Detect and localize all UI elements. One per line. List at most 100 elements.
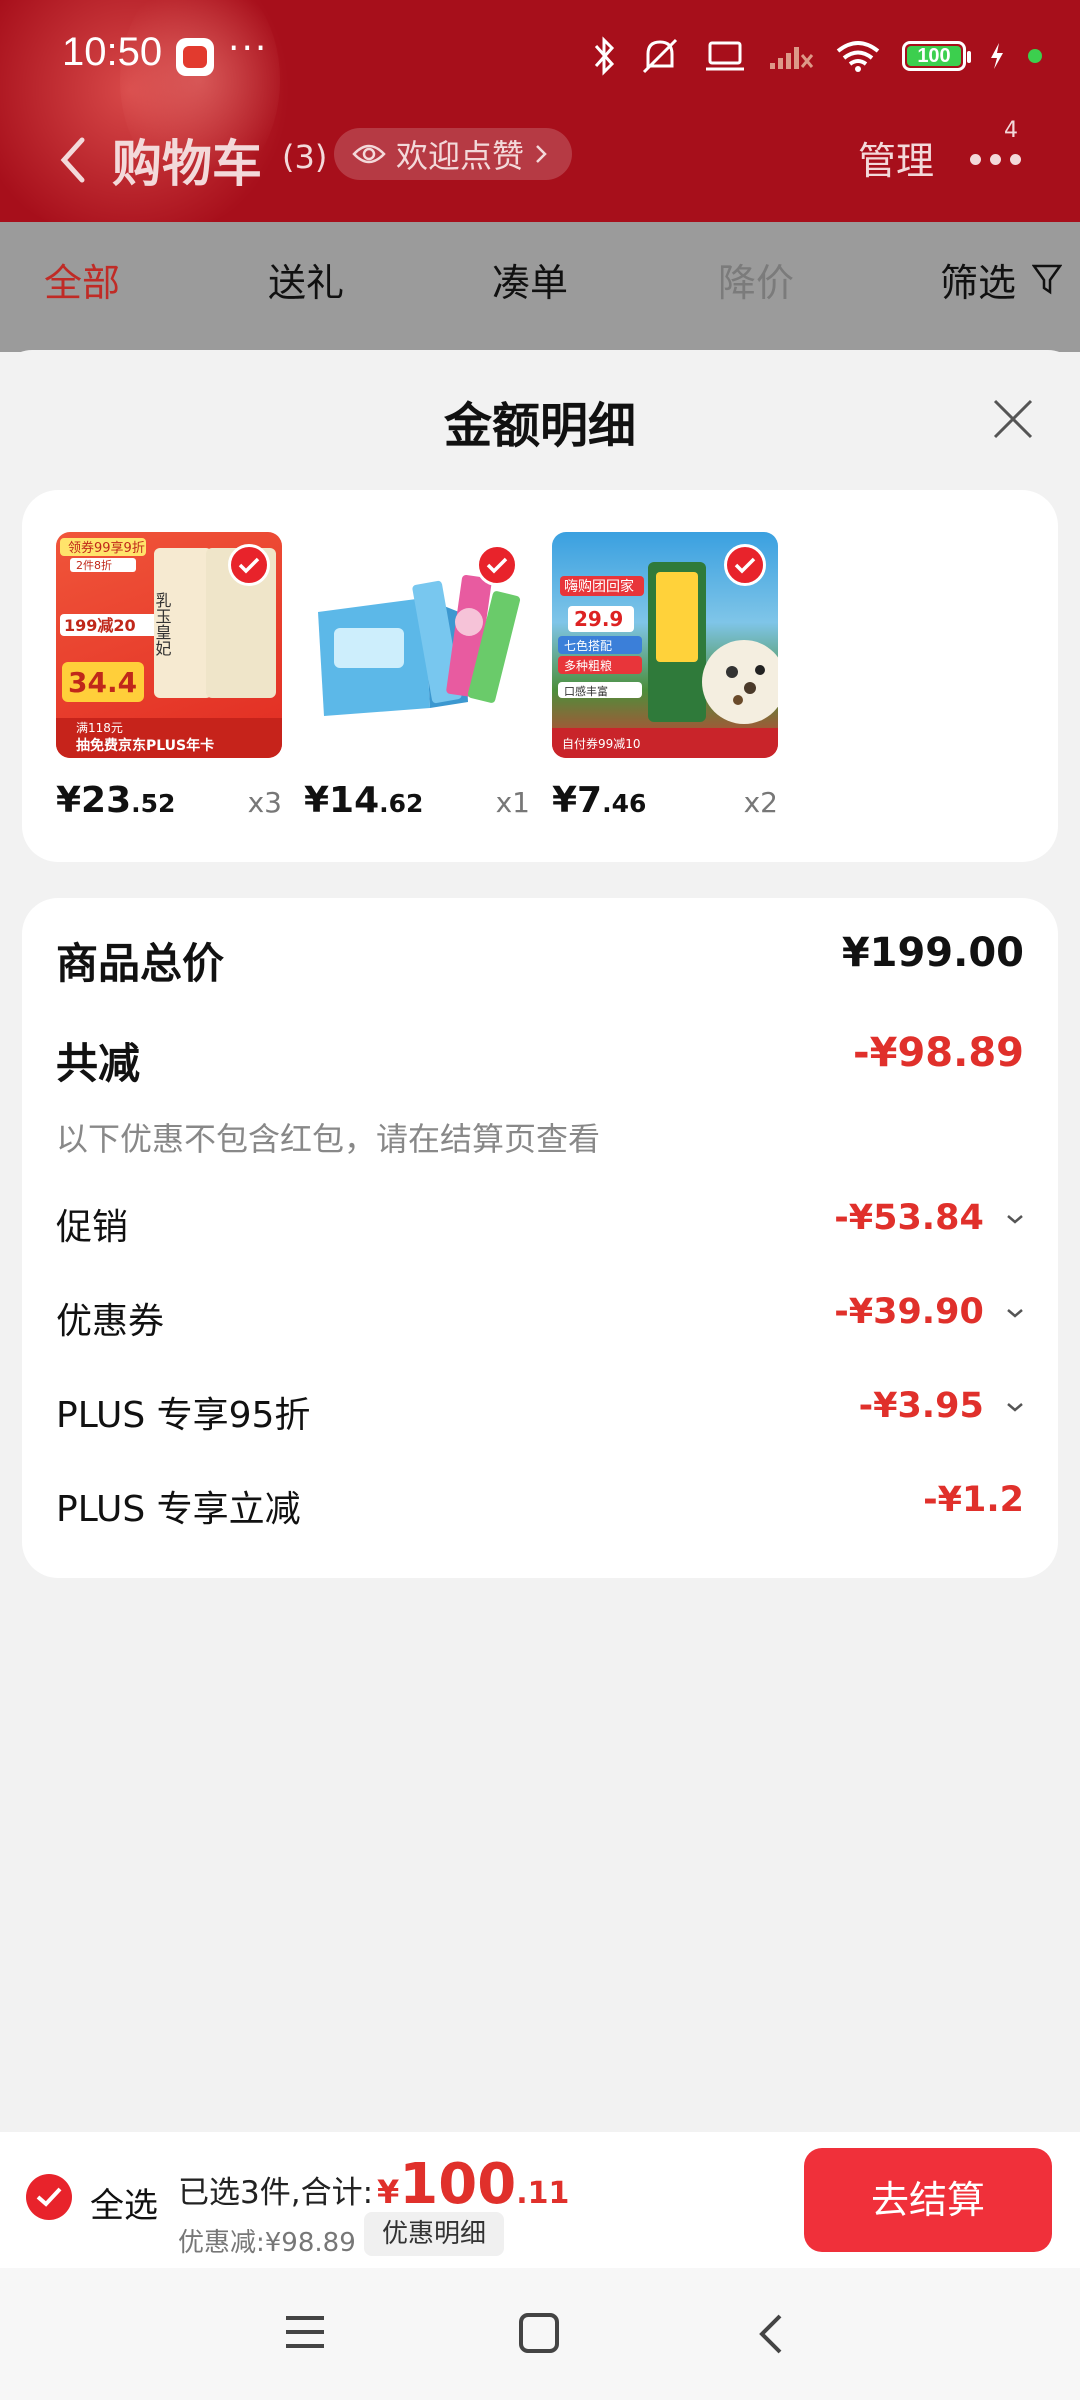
select-all-checkbox[interactable] xyxy=(26,2174,72,2220)
sheet-title: 金额明细 xyxy=(443,398,636,454)
checkout-bar: 全选 已选3件,合计: ¥ 100 .11 优惠减:¥98.89 优惠明细 去结… xyxy=(0,2132,1080,2268)
product-quantity: x3 xyxy=(247,786,282,819)
page-title: 购物车 xyxy=(112,135,262,193)
product-plus-text: 抽免费京东PLUS年卡 xyxy=(76,737,214,754)
total-currency: ¥ xyxy=(377,2173,400,2211)
product-deal-text: 199减20 xyxy=(64,616,136,635)
tab-bundle[interactable]: 凑单 xyxy=(492,252,568,307)
product-image: 领券99享9折 2件8折 199减20 乳玉皇妃 34.4 满118元 抽免费京… xyxy=(56,532,282,758)
product-image xyxy=(304,532,530,758)
product-sub-text: 七色搭配 xyxy=(564,639,612,653)
plus-reduce-value: -¥1.2 xyxy=(923,1480,1024,1520)
header-background: 10:50 ··· 100 购物车 (3) 欢迎点赞 管理 4 xyxy=(0,0,1080,222)
tab-filter[interactable]: 筛选 xyxy=(940,252,1016,307)
product-item[interactable]: 领券99享9折 2件8折 199减20 乳玉皇妃 34.4 满118元 抽免费京… xyxy=(56,532,282,821)
discount-amount-text: 优惠减:¥98.89 xyxy=(178,2228,356,2258)
total-price-value: ¥199.00 xyxy=(841,930,1024,976)
system-navigation-bar xyxy=(0,2268,1080,2400)
back-arrow-icon[interactable] xyxy=(52,128,96,192)
total-reduce-value: -¥98.89 xyxy=(853,1030,1024,1076)
select-all-label[interactable]: 全选 xyxy=(90,2178,158,2227)
product-price-row: ¥23.52 x3 xyxy=(56,780,282,824)
more-dot xyxy=(970,154,981,165)
charging-icon xyxy=(991,43,1003,69)
total-integer: 100 xyxy=(399,2152,517,2217)
mute-icon xyxy=(642,38,678,74)
more-menu-button[interactable] xyxy=(966,140,1026,184)
wifi-icon xyxy=(836,41,880,72)
promotion-value: -¥53.84 xyxy=(834,1198,984,1238)
home-icon[interactable] xyxy=(518,2312,560,2354)
coupon-row[interactable]: -¥39.90 xyxy=(834,1292,1024,1332)
product-badge-text: 领券99享9折 xyxy=(68,540,145,556)
product-deal-text: 自付券99减10 xyxy=(562,736,641,751)
product-quantity: x2 xyxy=(743,786,778,819)
total-price-label: 商品总价 xyxy=(56,939,225,988)
total-reduce-label: 共减 xyxy=(56,1039,141,1088)
like-label: 欢迎点赞 xyxy=(396,137,525,175)
plus-discount-value: -¥3.95 xyxy=(858,1386,984,1426)
cart-navbar: 购物车 (3) 欢迎点赞 管理 4 xyxy=(0,110,1080,210)
eye-icon xyxy=(352,144,386,164)
product-check-icon[interactable] xyxy=(724,544,766,586)
product-brand-text: 乳玉皇妃 xyxy=(153,592,172,656)
coupon-value: -¥39.90 xyxy=(834,1292,984,1332)
close-icon[interactable] xyxy=(990,396,1036,442)
discount-detail-button[interactable]: 优惠明细 xyxy=(364,2212,505,2256)
product-promo-text: 满118元 xyxy=(76,721,123,735)
status-time: 10:50 xyxy=(62,30,163,74)
selected-products-card: 领券99享9折 2件8折 199减20 乳玉皇妃 34.4 满118元 抽免费京… xyxy=(22,490,1058,862)
tab-price-drop[interactable]: 降价 xyxy=(718,252,794,307)
discount-note: 以下优惠不包含红包，请在结算页查看 xyxy=(56,1120,601,1158)
app-notification-icon xyxy=(176,38,214,76)
chevron-down-icon xyxy=(1007,1403,1023,1412)
plus-reduce-label: PLUS 专享立减 xyxy=(56,1489,301,1530)
tab-gift[interactable]: 送礼 xyxy=(268,252,344,307)
product-check-icon[interactable] xyxy=(228,544,270,586)
promotion-label: 促销 xyxy=(56,1207,129,1248)
product-image-price: 29.9 xyxy=(574,607,623,631)
privacy-dot xyxy=(1028,49,1042,63)
plus-discount-row[interactable]: -¥3.95 xyxy=(859,1386,1024,1426)
more-dot xyxy=(990,154,1001,165)
product-taste-text: 口感丰富 xyxy=(564,684,608,698)
like-button[interactable]: 欢迎点赞 xyxy=(334,128,573,180)
filter-icon[interactable] xyxy=(1032,262,1062,296)
product-price-row: ¥14.62 x1 xyxy=(304,780,530,824)
status-more-dots: ··· xyxy=(228,28,269,69)
battery-level: 100 xyxy=(917,44,951,67)
product-item[interactable]: 嗨购团回家 29.9 七色搭配 多种粗粮 口感丰富 自付券99减10 ¥7.46… xyxy=(552,532,778,821)
battery-icon: 100 xyxy=(902,41,971,71)
promotion-row[interactable]: -¥53.84 xyxy=(834,1198,1024,1238)
status-icons: 100 xyxy=(592,34,1042,78)
selected-count-text: 已选3件,合计: xyxy=(178,2175,374,2211)
chevron-down-icon xyxy=(1007,1215,1023,1224)
cart-tabs: 全部 送礼 凑单 降价 筛选 xyxy=(0,222,1080,352)
status-bar: 10:50 ··· 100 xyxy=(0,0,1080,110)
product-image: 嗨购团回家 29.9 七色搭配 多种粗粮 口感丰富 自付券99减10 xyxy=(552,532,778,758)
menu-icon[interactable] xyxy=(284,2312,326,2352)
coupon-label: 优惠券 xyxy=(56,1301,165,1342)
price-detail-sheet: 金额明细 领券99享9折 2件8折 199减20 乳玉皇妃 34.4 满118元… xyxy=(0,350,1080,2132)
product-check-icon[interactable] xyxy=(476,544,518,586)
price-summary-card: 商品总价 ¥199.00 共减 -¥98.89 以下优惠不包含红包，请在结算页查… xyxy=(22,898,1058,1578)
signal-icon xyxy=(770,47,814,69)
bluetooth-icon xyxy=(594,36,615,76)
more-badge: 4 xyxy=(1004,118,1018,143)
product-badge-text: 嗨购团回家 xyxy=(564,578,634,595)
manage-button[interactable]: 管理 xyxy=(858,130,934,185)
chevron-right-icon xyxy=(536,145,547,163)
back-icon[interactable] xyxy=(756,2312,786,2356)
product-sub2-text: 多种粗粮 xyxy=(564,658,612,673)
cart-count: (3) xyxy=(282,138,328,176)
total-decimal: .11 xyxy=(516,2176,570,2211)
checkout-button[interactable]: 去结算 xyxy=(804,2148,1052,2252)
tab-all[interactable]: 全部 xyxy=(44,252,120,307)
product-price: ¥23.52 xyxy=(56,780,176,821)
product-price: ¥7.46 xyxy=(552,780,647,821)
more-dot xyxy=(1010,154,1021,165)
product-quantity: x1 xyxy=(495,786,530,819)
product-item[interactable]: ¥14.62 x1 xyxy=(304,532,530,821)
product-price-row: ¥7.46 x2 xyxy=(552,780,778,824)
product-price: ¥14.62 xyxy=(304,780,424,821)
